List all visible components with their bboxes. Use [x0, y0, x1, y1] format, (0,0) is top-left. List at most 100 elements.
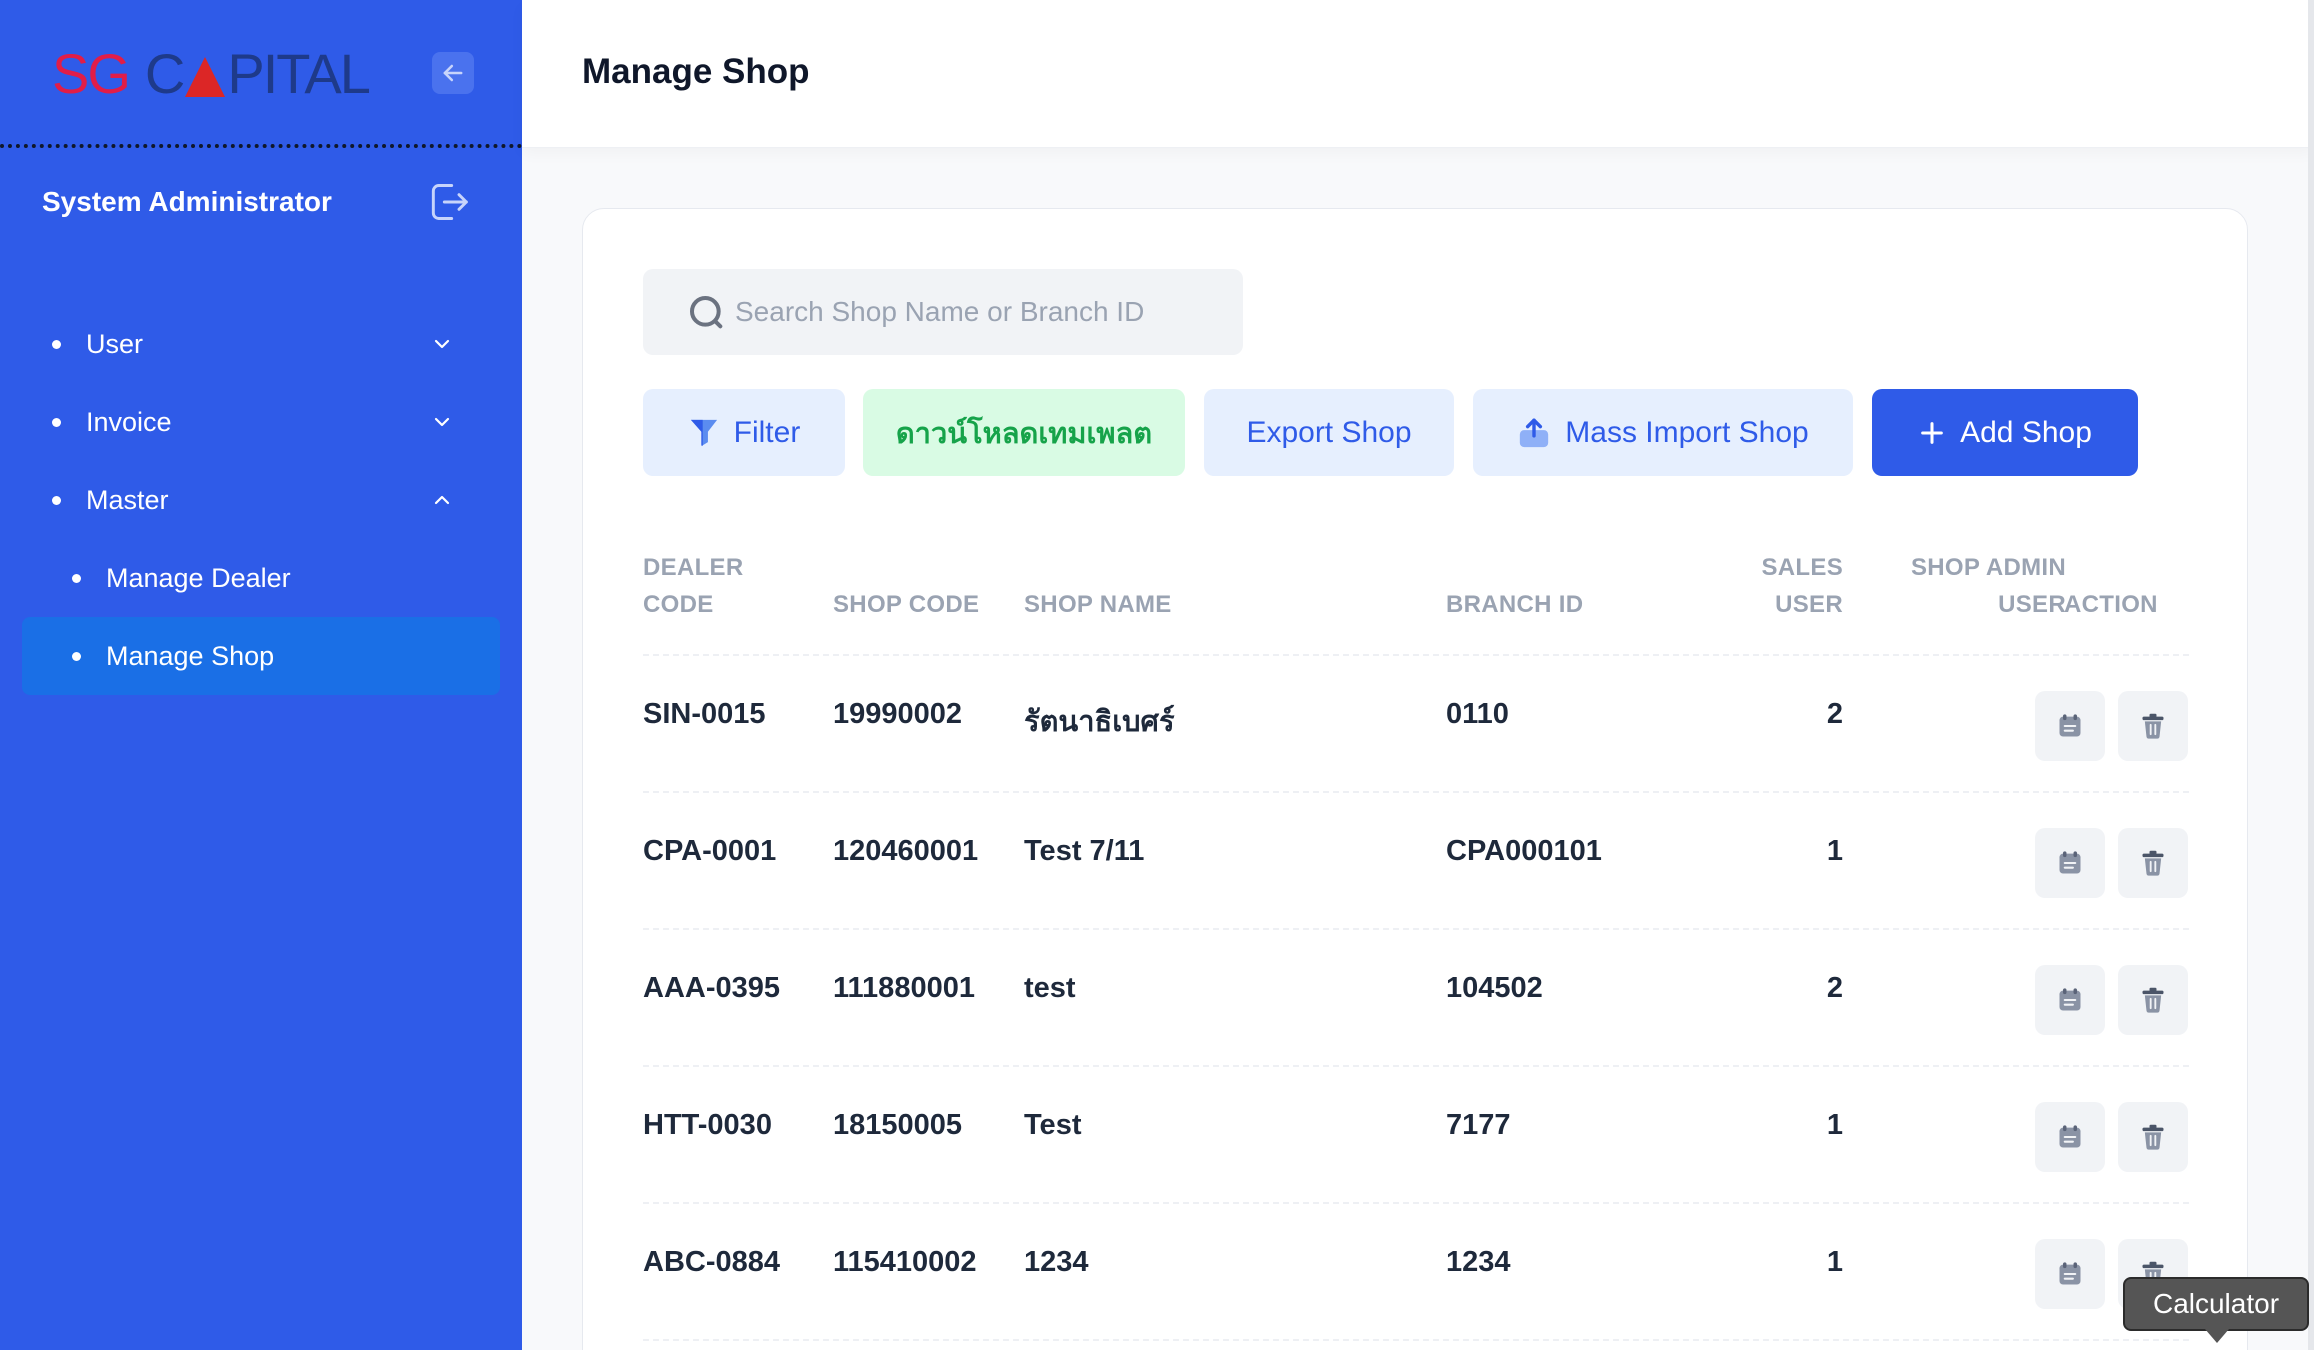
- edit-icon: [2059, 988, 2081, 1011]
- tooltip-text: Calculator: [2152, 1288, 2280, 1319]
- upload-icon: [1520, 418, 1549, 447]
- trash-icon: [2142, 713, 2164, 739]
- mass-import-shop-label: Mass Import Shop: [1565, 415, 1809, 449]
- trash-icon: [2142, 1124, 2164, 1150]
- cell-shop-code: 115410002: [833, 1246, 977, 1278]
- sidebar-item-label: User: [86, 328, 144, 359]
- search-box: [643, 269, 1243, 355]
- cell-shop-code: 120460001: [833, 835, 979, 867]
- user-row: System Administrator: [0, 152, 522, 262]
- column-header-action: ACTION: [2064, 586, 2158, 623]
- logout-icon: [431, 184, 468, 220]
- cell-sales-user: 2: [1826, 972, 1843, 1004]
- user-name: System Administrator: [42, 186, 332, 217]
- table-row: AAA-0395 111880001 test 104502 2 1: [583, 930, 2249, 1067]
- cell-dealer-code: CPA-0001: [643, 835, 777, 867]
- row-divider: [643, 1339, 2189, 1341]
- cell-dealer-code: ABC-0884: [643, 1246, 780, 1278]
- logout-button[interactable]: [426, 178, 470, 226]
- search-input[interactable]: [735, 269, 1225, 355]
- edit-button[interactable]: [2035, 1239, 2105, 1309]
- cell-branch-id: 7177: [1446, 1109, 1511, 1141]
- export-shop-label: Export Shop: [1246, 415, 1412, 449]
- column-header-line: ACTION: [2064, 591, 2158, 618]
- cell-branch-id: 104502: [1446, 972, 1543, 1004]
- sidebar-item-manage-dealer[interactable]: Manage Dealer: [0, 539, 522, 617]
- table-row: CPA-0001 120460001 Test 7/11 CPA000101 1…: [583, 793, 2249, 930]
- column-header-shop-name: SHOP NAME: [1024, 586, 1172, 623]
- cell-shop-admin-user: 1: [1883, 1246, 2059, 1279]
- cell-branch-id: CPA000101: [1446, 835, 1602, 867]
- column-header-line: SHOP ADMIN: [1910, 554, 2066, 581]
- sidebar-item-label: Invoice: [86, 406, 172, 437]
- export-shop-button[interactable]: Export Shop: [1204, 389, 1454, 476]
- logo-capital-c: C: [144, 41, 185, 105]
- cell-dealer-code: AAA-0395: [643, 972, 780, 1004]
- column-header-branch-id: BRANCH ID: [1446, 586, 1583, 623]
- column-header-sales-user: SALES USER: [1643, 549, 1843, 623]
- cell-shop-admin-user: 1: [1883, 972, 2059, 1005]
- bullet: [52, 339, 61, 349]
- bullet: [52, 417, 61, 427]
- logo-sg: SG: [52, 41, 131, 105]
- sidebar-item-label: Master: [86, 484, 169, 515]
- cell-shop-name: Test 7/11: [1024, 835, 1145, 867]
- column-header-line: SHOP NAME: [1024, 591, 1172, 618]
- cell-dealer-code: HTT-0030: [643, 1109, 772, 1141]
- cell-sales-user: 1: [1826, 1109, 1843, 1141]
- cell-shop-admin-user: 0: [1883, 698, 2059, 731]
- cell-shop-code: 19990002: [833, 698, 963, 730]
- cell-shop-name: 1234: [1024, 1246, 1089, 1278]
- column-header-shop-code: SHOP CODE: [833, 586, 979, 623]
- filter-button-label: Filter: [733, 415, 801, 449]
- column-header-line: BRANCH ID: [1446, 591, 1584, 618]
- arrow-left-icon: [443, 64, 463, 82]
- edit-icon: [2059, 714, 2081, 737]
- trash-icon: [2142, 850, 2164, 876]
- add-shop-button[interactable]: Add Shop: [1872, 389, 2138, 476]
- edit-button[interactable]: [2035, 965, 2105, 1035]
- delete-button[interactable]: [2118, 828, 2188, 898]
- column-header-line: CODE: [643, 591, 714, 618]
- edit-icon: [2059, 851, 2081, 874]
- content-card: Filter ดาวน์โหลดเทมเพลต Export Shop Mass…: [582, 208, 2248, 1350]
- cell-shop-code: 18150005: [833, 1109, 963, 1141]
- search-icon: [690, 296, 723, 329]
- cell-sales-user: 1: [1826, 1246, 1843, 1278]
- edit-button[interactable]: [2035, 828, 2105, 898]
- sidebar-item-label: Manage Shop: [106, 640, 275, 671]
- download-template-label: ดาวน์โหลดเทมเพลต: [895, 417, 1153, 450]
- delete-button[interactable]: [2118, 1102, 2188, 1172]
- page-scrollbar[interactable]: [2308, 0, 2314, 1350]
- cell-sales-user: 2: [1826, 698, 1843, 730]
- chevron-up-icon: [434, 495, 450, 505]
- column-header-line: DEALER: [643, 554, 744, 581]
- table-row: SIN-0015 19990002 รัตนาธิเบศร์ 0110 2 0: [583, 656, 2249, 793]
- sidebar-item-master[interactable]: Master: [0, 461, 522, 539]
- table-row: ABC-0884 115410002 1234 1234 1 1: [583, 1204, 2249, 1341]
- edit-button[interactable]: [2035, 691, 2105, 761]
- cell-shop-admin-user: 0: [1883, 835, 2059, 868]
- logo-capital-rest: PITAL: [227, 41, 370, 105]
- calculator-tooltip: Calculator: [2123, 1277, 2309, 1343]
- sidebar-item-user[interactable]: User: [0, 305, 522, 383]
- delete-button[interactable]: [2118, 691, 2188, 761]
- collapse-sidebar-button[interactable]: [432, 52, 474, 94]
- edit-icon: [2059, 1125, 2081, 1148]
- cell-dealer-code: SIN-0015: [643, 698, 766, 730]
- edit-icon: [2059, 1262, 2081, 1285]
- page-title: Manage Shop: [582, 52, 810, 91]
- topbar: Manage Shop: [522, 0, 2314, 148]
- edit-button[interactable]: [2035, 1102, 2105, 1172]
- cell-shop-admin-user: 0: [1883, 1109, 2059, 1142]
- cell-shop-name: Test: [1024, 1109, 1082, 1141]
- column-header-line: USER: [1998, 591, 2066, 618]
- delete-button[interactable]: [2118, 965, 2188, 1035]
- download-template-button[interactable]: ดาวน์โหลดเทมเพลต: [863, 389, 1185, 476]
- mass-import-shop-button[interactable]: Mass Import Shop: [1473, 389, 1853, 476]
- sidebar-item-invoice[interactable]: Invoice: [0, 383, 522, 461]
- chevron-down-icon: [434, 417, 450, 427]
- cell-branch-id: 1234: [1446, 1246, 1511, 1278]
- filter-button[interactable]: Filter: [643, 389, 845, 476]
- sidebar-item-manage-shop[interactable]: Manage Shop: [22, 617, 500, 695]
